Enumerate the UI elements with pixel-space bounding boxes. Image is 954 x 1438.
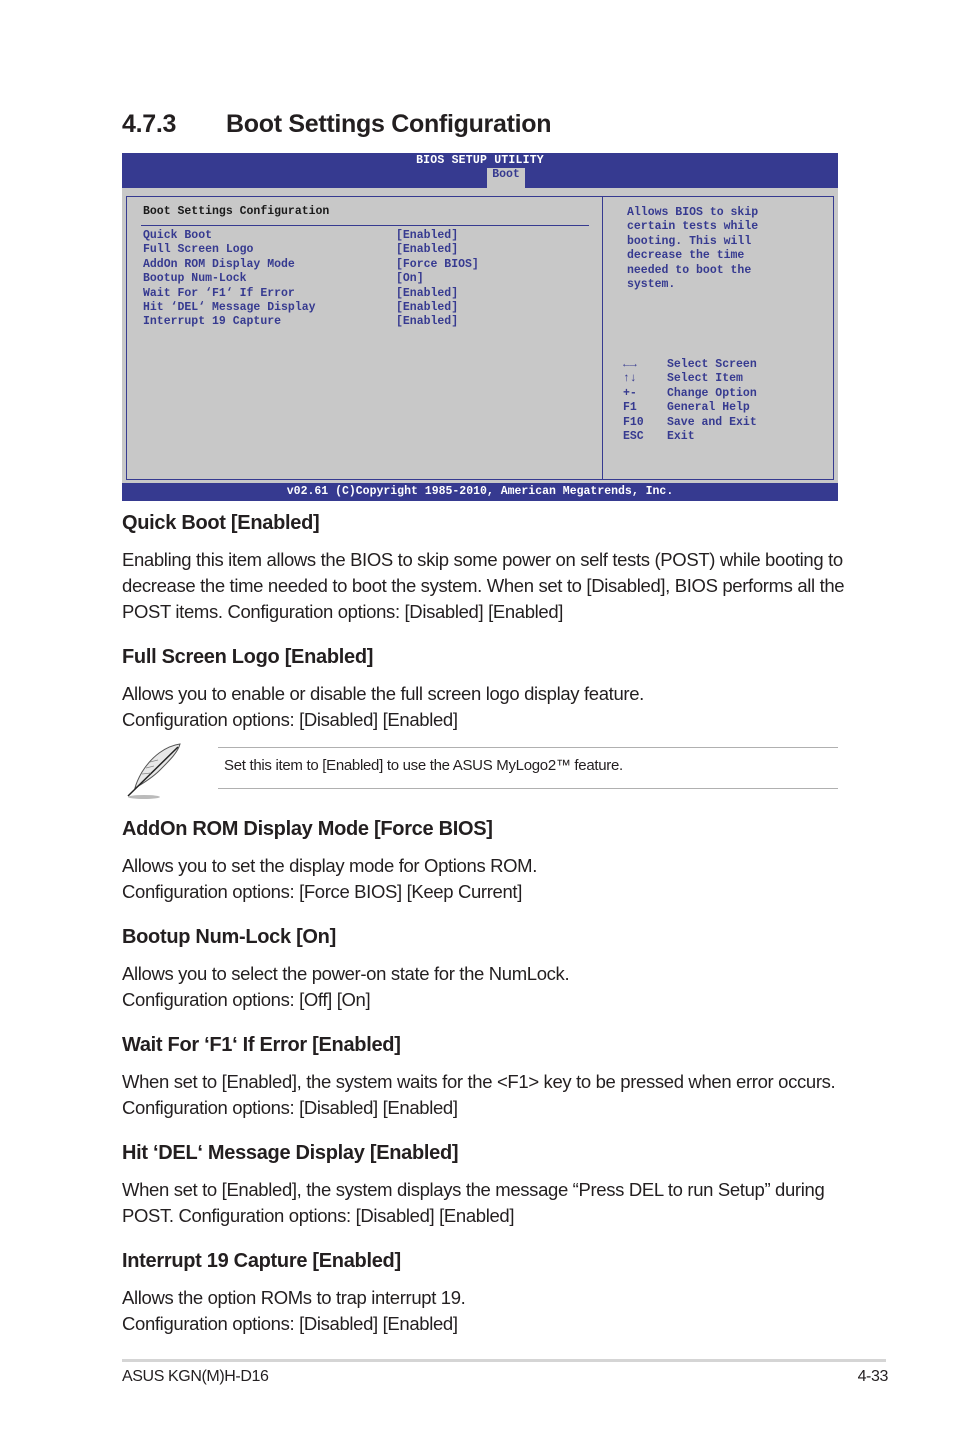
bios-item-value: [Enabled] — [396, 286, 459, 300]
desc-full-screen-logo: Allows you to enable or disable the full… — [122, 683, 644, 730]
bios-item-interrupt-19[interactable]: Interrupt 19 Capture [Enabled] — [143, 315, 479, 329]
key-action: Select Screen — [667, 358, 757, 371]
desc-interrupt-19: Allows the option ROMs to trap interrupt… — [122, 1287, 466, 1334]
heading-num-lock: Bootup Num-Lock [On] — [122, 926, 336, 948]
heading-full-screen-logo: Full Screen Logo [Enabled] — [122, 646, 374, 668]
bios-help-text: Allows BIOS to skip certain tests while … — [627, 206, 759, 292]
heading-interrupt-19: Interrupt 19 Capture [Enabled] — [122, 1250, 401, 1272]
section-heading: Boot Settings Configuration — [226, 110, 552, 138]
key-legend-row: F1 General Help — [623, 401, 757, 415]
bios-item-value: [Enabled] — [396, 229, 459, 242]
section-number: 4.7.3 — [122, 110, 177, 138]
bios-help-panel: Allows BIOS to skip certain tests while … — [602, 196, 834, 480]
bios-tab-boot[interactable]: Boot — [487, 168, 525, 188]
desc-num-lock: Allows you to select the power-on state … — [122, 963, 570, 1010]
note-text: Set this item to [Enabled] to use the AS… — [224, 757, 623, 774]
bios-section-label: Boot Settings Configuration — [143, 205, 330, 218]
heading-addon-rom: AddOn ROM Display Mode [Force BIOS] — [122, 818, 493, 840]
key-action: General Help — [667, 401, 750, 415]
key-label: F10 — [623, 415, 644, 429]
key-legend-row: +- Change Option — [623, 387, 757, 401]
bios-item-label: Interrupt 19 Capture — [143, 315, 282, 329]
bios-title: BIOS SETUP UTILITY — [416, 154, 544, 167]
bios-item-quick-boot[interactable]: Quick Boot [Enabled] — [143, 229, 479, 243]
bios-item-full-screen-logo[interactable]: Full Screen Logo [Enabled] — [143, 243, 479, 257]
key-label: +- — [623, 386, 637, 400]
bios-item-hit-del-message[interactable]: Hit ‘DEL‘ Message Display [Enabled] — [143, 301, 479, 315]
bios-item-label: Bootup Num-Lock — [143, 272, 247, 286]
bios-item-value: [Force BIOS] — [396, 257, 479, 271]
key-action: Save and Exit — [667, 415, 757, 429]
desc-wait-f1: When set to [Enabled], the system waits … — [122, 1071, 836, 1118]
key-legend-row: ←→ Select Screen — [623, 358, 757, 372]
bios-item-label: AddOn ROM Display Mode — [143, 257, 295, 271]
note-box: Set this item to [Enabled] to use the AS… — [218, 747, 838, 789]
bios-item-value: [Enabled] — [396, 243, 459, 257]
bios-copyright-bar: v02.61 (C)Copyright 1985-2010, American … — [122, 483, 838, 501]
bios-item-wait-for-f1[interactable]: Wait For ‘F1‘ If Error [Enabled] — [143, 287, 479, 301]
feather-quill-icon — [127, 743, 181, 799]
bios-item-bootup-num-lock[interactable]: Bootup Num-Lock [On] — [143, 272, 479, 286]
footer-divider — [122, 1359, 886, 1362]
bios-divider — [141, 225, 589, 226]
bios-main-panel: Boot Settings Configuration Quick Boot [E… — [126, 196, 603, 480]
key-legend-row: ESC Exit — [623, 430, 757, 444]
bios-item-addon-rom-display-mode[interactable]: AddOn ROM Display Mode [Force BIOS] — [143, 258, 479, 272]
bios-item-label: Hit ‘DEL‘ Message Display — [143, 300, 316, 314]
key-legend-row: F10 Save and Exit — [623, 416, 757, 430]
bios-header-bar: BIOS SETUP UTILITY Boot — [122, 153, 838, 188]
arrow-up-down-icon: ↑↓ — [623, 372, 637, 386]
key-action: Select Item — [667, 372, 743, 386]
key-label: F1 — [623, 401, 637, 415]
bios-item-label: Wait For ‘F1‘ If Error — [143, 286, 295, 300]
heading-hit-del: Hit ‘DEL‘ Message Display [Enabled] — [122, 1142, 459, 1164]
desc-addon-rom: Allows you to set the display mode for O… — [122, 855, 538, 902]
key-action: Exit — [667, 429, 695, 443]
desc-quick-boot: Enabling this item allows the BIOS to sk… — [122, 549, 845, 622]
bios-item-value: [Enabled] — [396, 300, 459, 314]
desc-hit-del: When set to [Enabled], the system displa… — [122, 1179, 825, 1226]
bios-item-label: Full Screen Logo — [143, 243, 254, 257]
key-legend-row: ↑↓ Select Item — [623, 372, 757, 386]
arrow-left-right-icon: ←→ — [623, 358, 637, 371]
bios-item-list: Quick Boot [Enabled] Full Screen Logo [Ena… — [143, 229, 479, 330]
section-title: 4.7.3 Boot Settings Configuration — [122, 110, 552, 139]
heading-wait-f1: Wait For ‘F1‘ If Error [Enabled] — [122, 1034, 401, 1056]
bios-item-value: [On] — [396, 272, 424, 286]
bios-item-label: Quick Boot — [143, 229, 213, 242]
footer-page-number: 4-33 — [857, 1368, 889, 1385]
key-action: Change Option — [667, 386, 757, 400]
key-label: ESC — [623, 429, 644, 443]
bios-key-legend: ←→ Select Screen ↑↓ Select Item +- Change O… — [623, 358, 757, 444]
bios-item-value: [Enabled] — [396, 315, 459, 329]
footer-product: ASUS KGN(M)H-D16 — [122, 1368, 269, 1385]
heading-quick-boot: Quick Boot [Enabled] — [122, 512, 320, 534]
bios-screenshot: BIOS SETUP UTILITY Boot Boot Settings Co… — [122, 153, 838, 501]
